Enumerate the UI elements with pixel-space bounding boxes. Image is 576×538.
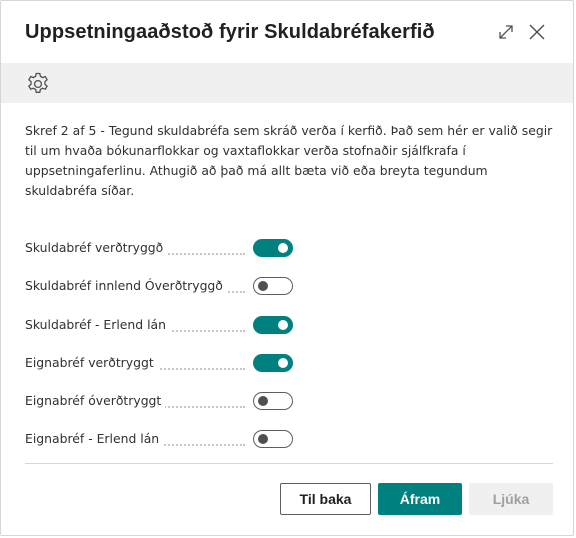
field-label: Skuldabréf verðtryggð [25, 240, 168, 255]
field-label: Eignabréf verðtryggt [25, 354, 158, 370]
setup-wizard-dialog: Uppsetningaaðstoð fyrir Skuldabréfakerfi… [0, 0, 574, 536]
toggle-knob [258, 434, 268, 445]
footer-divider [25, 463, 553, 464]
field-row: Eignabréf óverðtryggt [25, 390, 305, 428]
field-label: Eignabréf - Erlend lán [25, 431, 164, 447]
finish-button: Ljúka [469, 483, 553, 515]
next-button[interactable]: Áfram [378, 483, 462, 515]
toggle-switch[interactable] [253, 277, 293, 296]
field-row: Eignabréf - Erlend lán [25, 428, 305, 466]
field-row: Skuldabréf - Erlend lán [25, 314, 305, 352]
toggle-switch[interactable] [253, 353, 293, 372]
dialog-header: Uppsetningaaðstoð fyrir Skuldabréfakerfi… [1, 1, 573, 63]
toggle-switch[interactable] [253, 315, 293, 334]
toggle-knob [258, 396, 268, 407]
toggle-switch[interactable] [253, 430, 293, 449]
toggle-switch[interactable] [253, 239, 293, 257]
toggle-knob [278, 319, 288, 330]
gear-icon[interactable] [25, 71, 51, 97]
toggle-switch[interactable] [253, 392, 293, 411]
toggle-knob [278, 243, 288, 253]
field-row: Skuldabréf innlend Óverðtryggð [25, 275, 305, 313]
field-label: Eignabréf óverðtryggt [25, 393, 166, 409]
field-row: Eignabréf verðtryggt [25, 352, 305, 390]
field-label: Skuldabréf - Erlend lán [25, 316, 170, 332]
dialog-title: Uppsetningaaðstoð fyrir Skuldabréfakerfi… [25, 21, 435, 43]
expand-icon[interactable] [495, 21, 517, 43]
back-button[interactable]: Til baka [280, 483, 371, 515]
fields-group: Skuldabréf verðtryggð Skuldabréf innlend… [25, 237, 305, 467]
toggle-knob [258, 281, 268, 292]
field-label: Skuldabréf innlend Óverðtryggð [25, 278, 227, 294]
close-icon[interactable] [526, 21, 548, 43]
action-bar [1, 63, 573, 103]
toggle-knob [278, 357, 288, 368]
step-description: Skref 2 af 5 - Tegund skuldabréfa sem sk… [25, 123, 553, 198]
field-row: Skuldabréf verðtryggð [25, 237, 305, 275]
